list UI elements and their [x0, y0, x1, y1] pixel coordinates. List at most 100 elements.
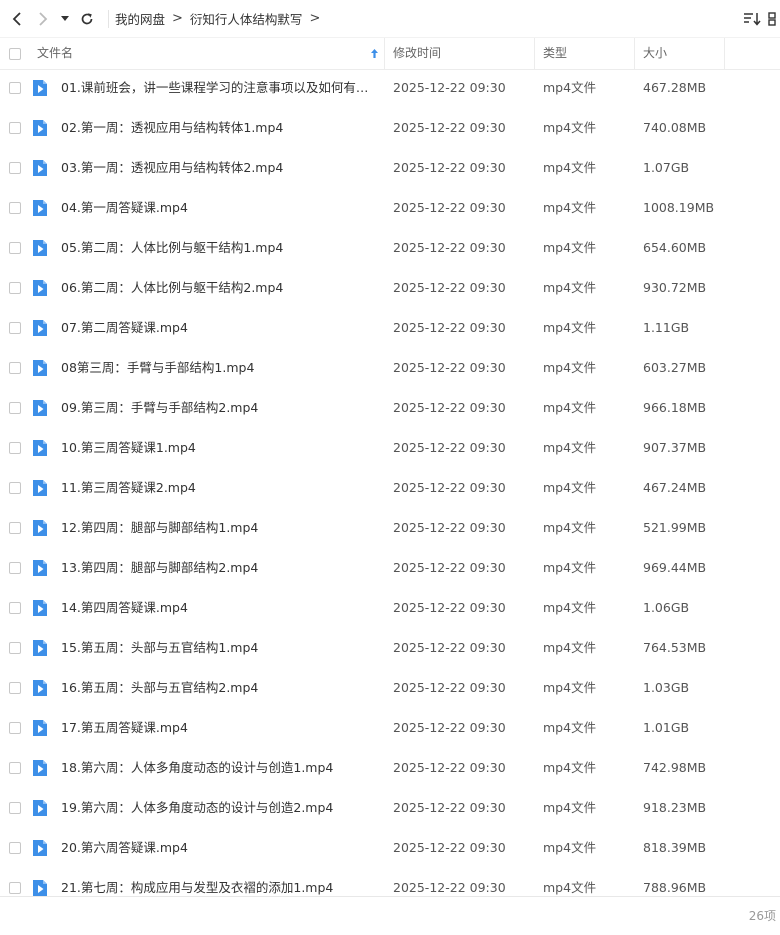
row-checkbox[interactable]: [9, 82, 21, 94]
file-type: mp4文件: [543, 560, 597, 575]
row-checkbox[interactable]: [9, 762, 21, 774]
column-divider[interactable]: [384, 38, 385, 69]
row-checkbox[interactable]: [9, 402, 21, 414]
column-divider[interactable]: [724, 38, 725, 69]
forward-button[interactable]: [30, 0, 56, 37]
table-row[interactable]: 06.第二周：人体比例与躯干结构2.mp4 2025-12-22 09:30 mp4…: [0, 268, 780, 308]
file-size: 521.99MB: [643, 520, 707, 535]
video-file-icon: [33, 440, 47, 456]
column-header-type[interactable]: 类型: [543, 38, 567, 69]
file-type: mp4文件: [543, 600, 597, 615]
file-name: 09.第三周：手臂与手部结构2.mp4: [61, 400, 259, 415]
row-checkbox[interactable]: [9, 722, 21, 734]
table-row[interactable]: 16.第五周：头部与五官结构2.mp4 2025-12-22 09:30 mp4文件…: [0, 668, 780, 708]
file-mtime: 2025-12-22 09:30: [393, 440, 506, 455]
view-tools: [738, 0, 780, 37]
row-checkbox[interactable]: [9, 442, 21, 454]
file-mtime: 2025-12-22 09:30: [393, 160, 506, 175]
table-row[interactable]: 03.第一周：透视应用与结构转体2.mp4 2025-12-22 09:30 mp4…: [0, 148, 780, 188]
file-mtime: 2025-12-22 09:30: [393, 120, 506, 135]
row-checkbox[interactable]: [9, 242, 21, 254]
table-row[interactable]: 20.第六周答疑课.mp4 2025-12-22 09:30 mp4文件 818.39…: [0, 828, 780, 868]
file-mtime: 2025-12-22 09:30: [393, 320, 506, 335]
video-file-icon: [33, 80, 47, 96]
file-name: 13.第四周：腿部与脚部结构2.mp4: [61, 560, 259, 575]
file-size: 1.11GB: [643, 320, 690, 335]
table-row[interactable]: 14.第四周答疑课.mp4 2025-12-22 09:30 mp4文件 1.06GB: [0, 588, 780, 628]
row-checkbox[interactable]: [9, 482, 21, 494]
column-header-mtime[interactable]: 修改时间: [393, 38, 441, 69]
table-row[interactable]: 12.第四周：腿部与脚部结构1.mp4 2025-12-22 09:30 mp4文件…: [0, 508, 780, 548]
table-row[interactable]: 04.第一周答疑课.mp4 2025-12-22 09:30 mp4文件 1008.1…: [0, 188, 780, 228]
row-checkbox[interactable]: [9, 642, 21, 654]
table-row[interactable]: 09.第三周：手臂与手部结构2.mp4 2025-12-22 09:30 mp4文件…: [0, 388, 780, 428]
table-row[interactable]: 15.第五周：头部与五官结构1.mp4 2025-12-22 09:30 mp4文件…: [0, 628, 780, 668]
video-file-icon: [33, 600, 47, 616]
video-file-icon: [33, 240, 47, 256]
back-button[interactable]: [4, 0, 30, 37]
view-mode-button[interactable]: [766, 0, 780, 37]
breadcrumb-expand-icon[interactable]: >: [309, 11, 320, 26]
video-file-icon: [33, 680, 47, 696]
file-type: mp4文件: [543, 800, 597, 815]
history-dropdown-button[interactable]: [56, 0, 74, 37]
row-checkbox[interactable]: [9, 882, 21, 894]
row-checkbox[interactable]: [9, 362, 21, 374]
table-row[interactable]: 05.第二周：人体比例与躯干结构1.mp4 2025-12-22 09:30 mp4…: [0, 228, 780, 268]
row-checkbox[interactable]: [9, 282, 21, 294]
file-mtime: 2025-12-22 09:30: [393, 840, 506, 855]
file-mtime: 2025-12-22 09:30: [393, 800, 506, 815]
column-header-name[interactable]: 文件名: [37, 38, 73, 69]
row-checkbox[interactable]: [9, 562, 21, 574]
column-divider[interactable]: [634, 38, 635, 69]
file-name: 15.第五周：头部与五官结构1.mp4: [61, 640, 259, 655]
row-checkbox[interactable]: [9, 162, 21, 174]
table-row[interactable]: 13.第四周：腿部与脚部结构2.mp4 2025-12-22 09:30 mp4文件…: [0, 548, 780, 588]
row-checkbox[interactable]: [9, 322, 21, 334]
file-type: mp4文件: [543, 240, 597, 255]
file-size: 907.37MB: [643, 440, 707, 455]
table-row[interactable]: 17.第五周答疑课.mp4 2025-12-22 09:30 mp4文件 1.01GB: [0, 708, 780, 748]
file-type: mp4文件: [543, 520, 597, 535]
row-checkbox[interactable]: [9, 202, 21, 214]
video-file-icon: [33, 760, 47, 776]
file-name: 04.第一周答疑课.mp4: [61, 200, 188, 215]
row-checkbox[interactable]: [9, 802, 21, 814]
row-checkbox[interactable]: [9, 522, 21, 534]
row-checkbox[interactable]: [9, 602, 21, 614]
item-count: 26项: [748, 909, 776, 923]
table-row[interactable]: 10.第三周答疑课1.mp4 2025-12-22 09:30 mp4文件 907.3…: [0, 428, 780, 468]
table-row[interactable]: 01.课前班会，讲一些课程学习的注意事项以及如何有效学习.mp4 2025-12-…: [0, 68, 780, 108]
table-row[interactable]: 19.第六周：人体多角度动态的设计与创造2.mp4 2025-12-22 09:3…: [0, 788, 780, 828]
file-type: mp4文件: [543, 480, 597, 495]
file-mtime: 2025-12-22 09:30: [393, 360, 506, 375]
row-checkbox[interactable]: [9, 842, 21, 854]
table-row[interactable]: 07.第二周答疑课.mp4 2025-12-22 09:30 mp4文件 1.11GB: [0, 308, 780, 348]
table-row[interactable]: 18.第六周：人体多角度动态的设计与创造1.mp4 2025-12-22 09:3…: [0, 748, 780, 788]
sort-icon: [744, 12, 761, 26]
refresh-button[interactable]: [74, 0, 100, 37]
file-mtime: 2025-12-22 09:30: [393, 600, 506, 615]
file-name: 01.课前班会，讲一些课程学习的注意事项以及如何有效学习.mp4: [61, 80, 379, 95]
status-bar: 26项: [0, 896, 780, 935]
breadcrumb-item-current[interactable]: 衍知行人体结构默写: [190, 9, 303, 28]
table-row[interactable]: 08第三周：手臂与手部结构1.mp4 2025-12-22 09:30 mp4文件 6…: [0, 348, 780, 388]
breadcrumb-item-root[interactable]: 我的网盘: [115, 9, 165, 28]
sort-button[interactable]: [738, 0, 766, 37]
video-file-icon: [33, 720, 47, 736]
file-size: 966.18MB: [643, 400, 707, 415]
row-checkbox[interactable]: [9, 122, 21, 134]
file-name: 03.第一周：透视应用与结构转体2.mp4: [61, 160, 284, 175]
video-file-icon: [33, 880, 47, 896]
breadcrumb: 我的网盘 > 衍知行人体结构默写 >: [115, 9, 327, 28]
column-divider[interactable]: [534, 38, 535, 69]
table-row[interactable]: 02.第一周：透视应用与结构转体1.mp4 2025-12-22 09:30 mp4…: [0, 108, 780, 148]
file-name: 18.第六周：人体多角度动态的设计与创造1.mp4: [61, 760, 334, 775]
select-all-checkbox[interactable]: [9, 48, 21, 60]
sort-ascending-icon[interactable]: [370, 48, 379, 59]
file-size: 603.27MB: [643, 360, 707, 375]
row-checkbox[interactable]: [9, 682, 21, 694]
chevron-right-icon: [39, 11, 48, 26]
column-header-size[interactable]: 大小: [643, 38, 667, 69]
table-row[interactable]: 11.第三周答疑课2.mp4 2025-12-22 09:30 mp4文件 467.2…: [0, 468, 780, 508]
